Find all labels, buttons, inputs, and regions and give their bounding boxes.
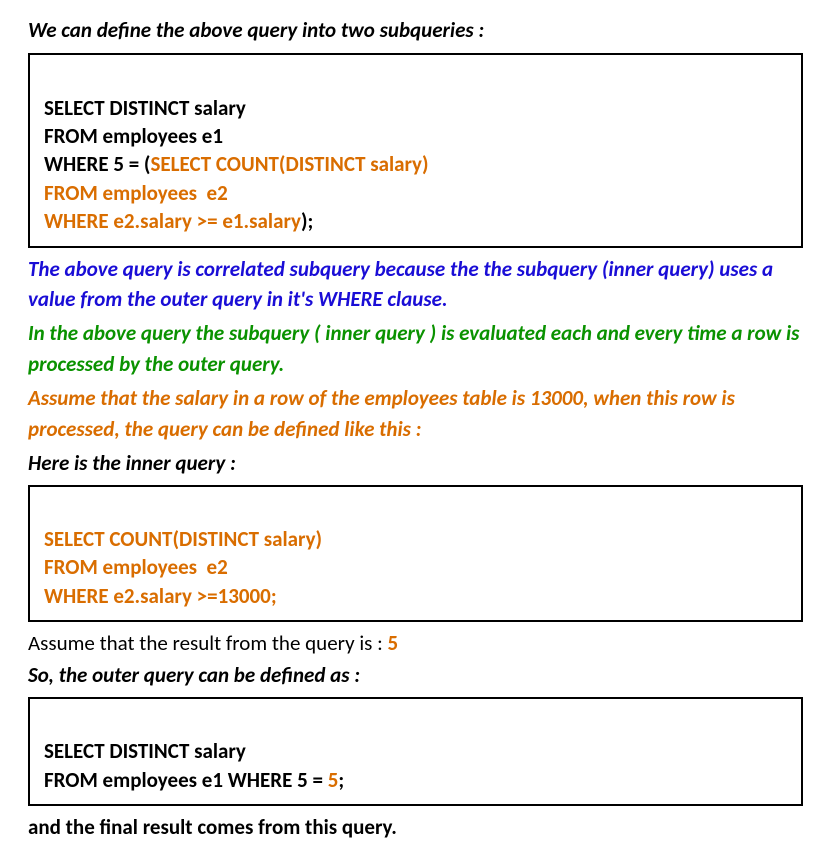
q3-line2-c: ; xyxy=(338,767,344,793)
q3-line1: SELECT DISTINCT salary xyxy=(44,738,246,764)
q2-line3: WHERE e2.salary >=13000; xyxy=(44,583,277,609)
q1-line5-a: WHERE e2.salary >= e1.salary xyxy=(44,208,301,234)
q1-line3-a: WHERE 5 = ( xyxy=(44,151,150,177)
assume-prefix: Assume that the result from the query is… xyxy=(28,630,388,656)
outer-query-label: So, the outer query can be defined as : xyxy=(28,660,803,690)
final-line: and the final result comes from this que… xyxy=(28,812,803,842)
q3-line2-b: 5 xyxy=(328,767,339,793)
q1-line5-b: ); xyxy=(301,208,313,234)
q1-line2: FROM employees e1 xyxy=(44,123,223,149)
correlated-note: The above query is correlated subquery b… xyxy=(28,254,803,315)
evaluation-note: In the above query the subquery ( inner … xyxy=(28,318,803,379)
q1-line3-b: SELECT COUNT(DISTINCT salary) xyxy=(150,151,428,177)
assume-value: 5 xyxy=(388,630,399,656)
assume-note: Assume that the salary in a row of the e… xyxy=(28,383,803,444)
q2-line2: FROM employees e2 xyxy=(44,554,228,580)
intro-text: We can define the above query into two s… xyxy=(28,15,803,45)
query-box-1: SELECT DISTINCT salary FROM employees e1… xyxy=(28,53,803,247)
q2-line1: SELECT COUNT(DISTINCT salary) xyxy=(44,526,322,552)
result-assume-line: Assume that the result from the query is… xyxy=(28,628,803,658)
q1-line1: SELECT DISTINCT salary xyxy=(44,95,246,121)
q3-line2-a: FROM employees e1 WHERE 5 = xyxy=(44,767,328,793)
q1-line4: FROM employees e2 xyxy=(44,180,228,206)
query-box-3: SELECT DISTINCT salary FROM employees e1… xyxy=(28,697,803,806)
query-box-2: SELECT COUNT(DISTINCT salary) FROM emplo… xyxy=(28,485,803,622)
inner-query-label: Here is the inner query : xyxy=(28,448,803,478)
